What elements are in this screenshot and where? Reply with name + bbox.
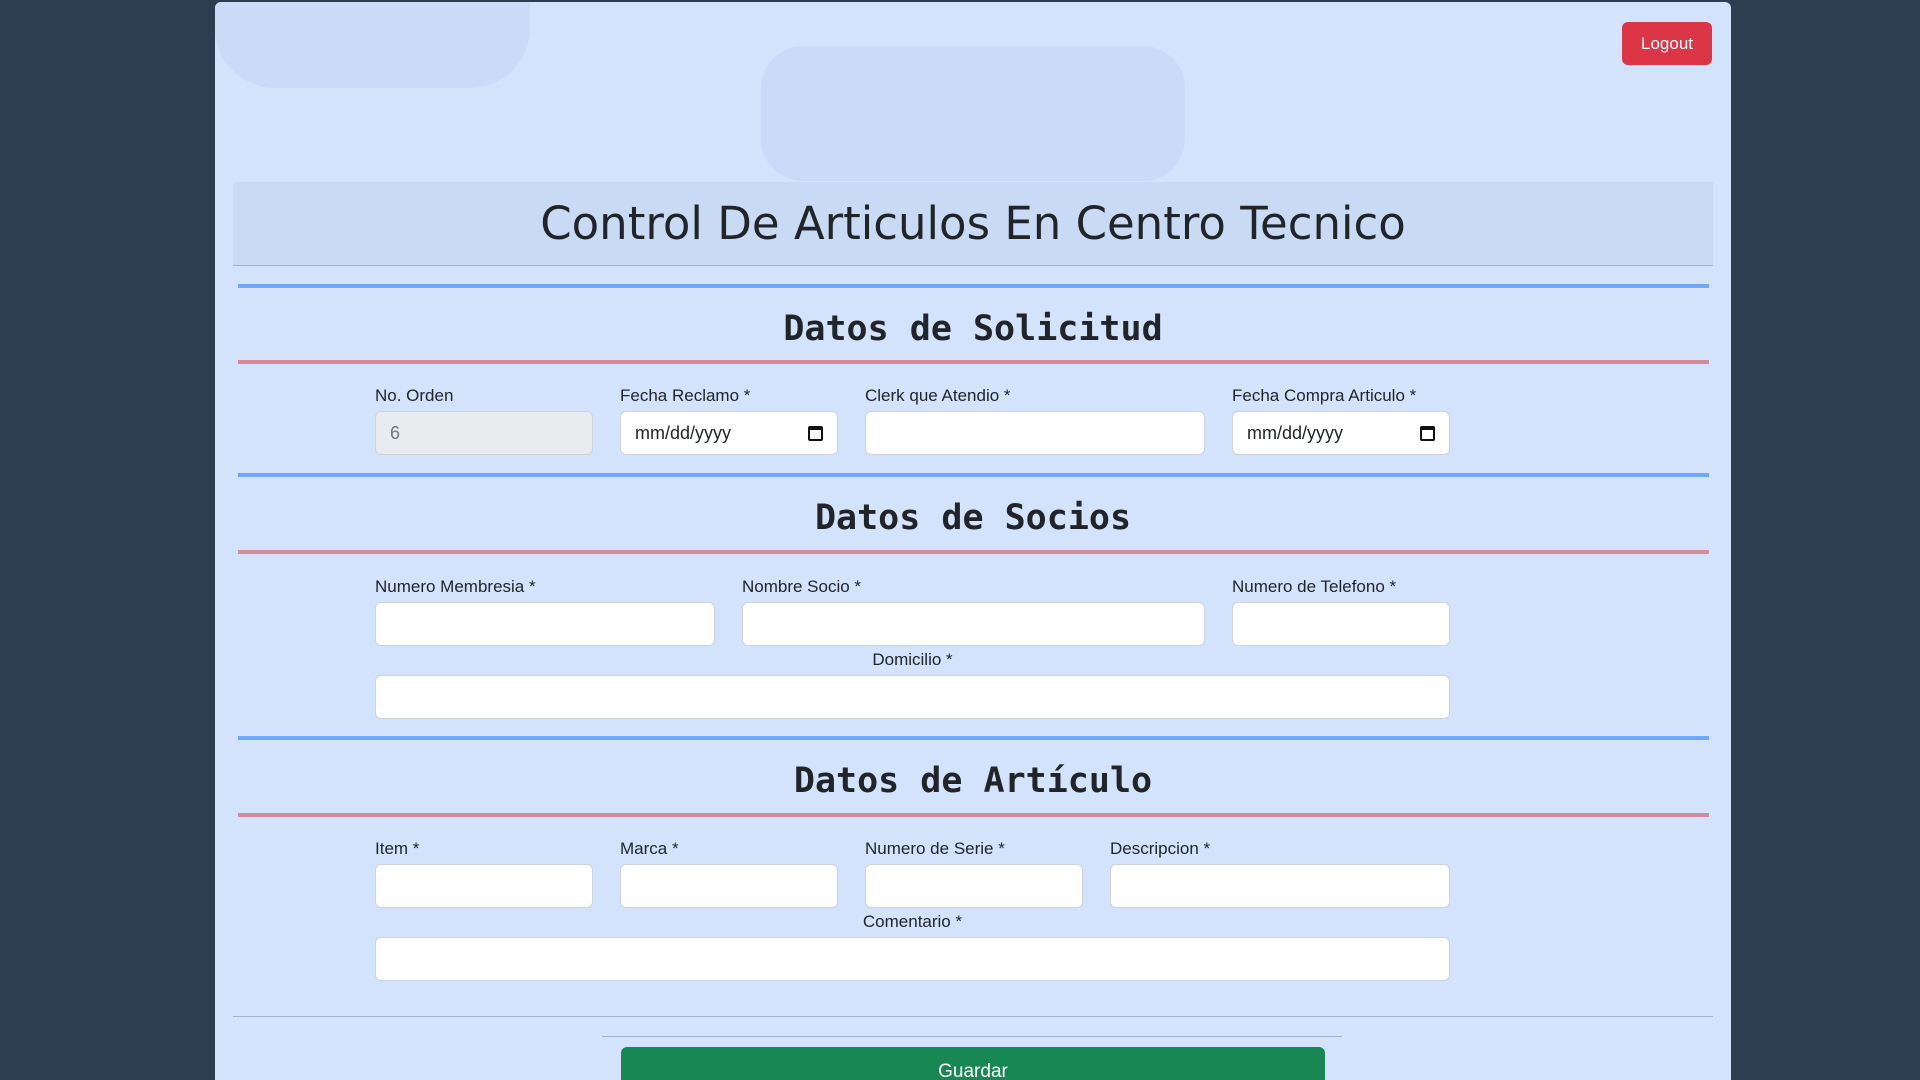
section-title-solicitud: Datos de Solicitud xyxy=(783,309,1163,349)
no-orden-input: 6 xyxy=(375,411,593,455)
fecha-reclamo-input[interactable]: mm/dd/yyyy xyxy=(620,411,838,455)
fecha-compra-label: Fecha Compra Articulo * xyxy=(1232,386,1417,405)
numero-serie-label: Numero de Serie * xyxy=(865,839,1005,858)
comentario-label: Comentario * xyxy=(862,912,963,931)
fecha-reclamo-placeholder: mm/dd/yyyy xyxy=(635,422,732,443)
divider xyxy=(238,360,1709,364)
clerk-label: Clerk que Atendio * xyxy=(865,386,1011,405)
membresia-field: Numero Membresia * xyxy=(375,577,715,646)
divider xyxy=(238,284,1709,288)
domicilio-label: Domicilio * xyxy=(872,650,953,669)
marca-label: Marca * xyxy=(620,839,679,858)
main-panel: Logout Control De Articulos En Centro Te… xyxy=(215,2,1731,1080)
divider xyxy=(238,736,1709,740)
no-orden-label: No. Orden xyxy=(375,386,454,405)
fecha-reclamo-field: Fecha Reclamo * mm/dd/yyyy xyxy=(620,386,838,455)
comentario-field: Comentario * xyxy=(375,912,1450,981)
domicilio-field: Domicilio * xyxy=(375,650,1450,719)
descripcion-label: Descripcion * xyxy=(1110,839,1211,858)
fecha-compra-input[interactable]: mm/dd/yyyy xyxy=(1232,411,1450,455)
fecha-compra-field: Fecha Compra Articulo * mm/dd/yyyy xyxy=(1232,386,1450,455)
item-field: Item * xyxy=(375,839,593,908)
decorative-blob xyxy=(215,2,530,88)
comentario-input[interactable] xyxy=(375,937,1450,981)
membresia-input[interactable] xyxy=(375,602,715,646)
section-title-articulo: Datos de Artículo xyxy=(793,761,1153,801)
fecha-compra-placeholder: mm/dd/yyyy xyxy=(1247,422,1344,443)
nombre-socio-label: Nombre Socio * xyxy=(742,577,862,596)
clerk-input[interactable] xyxy=(865,411,1205,455)
numero-serie-input[interactable] xyxy=(865,864,1083,908)
fecha-reclamo-label: Fecha Reclamo * xyxy=(620,386,751,405)
descripcion-input[interactable] xyxy=(1110,864,1450,908)
save-button[interactable]: Guardar xyxy=(621,1047,1325,1080)
no-orden-value: 6 xyxy=(390,422,401,443)
calendar-icon[interactable] xyxy=(1420,425,1435,441)
form-divider xyxy=(233,1016,1713,1017)
nombre-socio-field: Nombre Socio * xyxy=(742,577,1205,646)
section-title-socios: Datos de Socios xyxy=(814,498,1132,538)
page-title: Control De Articulos En Centro Tecnico xyxy=(540,197,1406,250)
logout-button[interactable]: Logout xyxy=(1622,22,1712,65)
page-header: Control De Articulos En Centro Tecnico xyxy=(233,182,1713,266)
membresia-label: Numero Membresia * xyxy=(375,577,536,596)
item-input[interactable] xyxy=(375,864,593,908)
divider xyxy=(238,813,1709,817)
marca-input[interactable] xyxy=(620,864,838,908)
no-orden-field: No. Orden 6 xyxy=(375,386,593,455)
marca-field: Marca * xyxy=(620,839,838,908)
divider xyxy=(238,550,1709,554)
item-label: Item * xyxy=(375,839,420,858)
numero-serie-field: Numero de Serie * xyxy=(865,839,1083,908)
telefono-field: Numero de Telefono * xyxy=(1232,577,1450,646)
telefono-input[interactable] xyxy=(1232,602,1450,646)
divider xyxy=(238,473,1709,477)
descripcion-field: Descripcion * xyxy=(1110,839,1450,908)
calendar-icon[interactable] xyxy=(808,425,823,441)
nombre-socio-input[interactable] xyxy=(742,602,1205,646)
domicilio-input[interactable] xyxy=(375,675,1450,719)
clerk-field: Clerk que Atendio * xyxy=(865,386,1205,455)
decorative-blob xyxy=(761,46,1185,181)
telefono-label: Numero de Telefono * xyxy=(1232,577,1397,596)
